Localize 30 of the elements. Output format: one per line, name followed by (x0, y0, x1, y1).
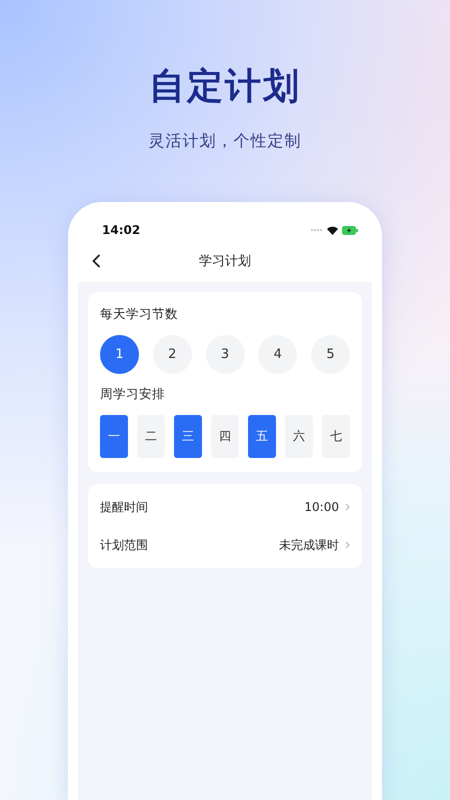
weekday-option[interactable]: 一 (100, 415, 128, 458)
settings-row[interactable]: 提醒时间 10:00 (100, 488, 350, 526)
lesson-count-option[interactable]: 4 (258, 335, 298, 374)
subtitle: 灵活计划，个性定制 (148, 131, 302, 152)
lesson-count-option[interactable]: 5 (311, 335, 350, 374)
settings-row[interactable]: 计划范围 未完成课时 (100, 526, 350, 564)
weekday-option[interactable]: 二 (137, 415, 165, 458)
lesson-count-option[interactable]: 1 (100, 335, 139, 374)
section-label: 周学习安排 (100, 386, 166, 403)
weekday-option[interactable]: 五 (248, 415, 276, 458)
battery-icon (342, 226, 358, 234)
signal-icon (311, 228, 323, 232)
weekday-option[interactable]: 七 (322, 415, 350, 458)
page-title: 学习计划 (199, 253, 251, 270)
lesson-count-option[interactable]: 2 (152, 335, 192, 374)
setting-value: 未完成课时 (279, 536, 339, 554)
weekday-option[interactable]: 四 (211, 415, 239, 458)
setting-value: 10:00 (304, 500, 339, 514)
wifi-icon (327, 226, 338, 234)
setting-label: 计划范围 (100, 536, 148, 554)
weekday-option[interactable]: 六 (285, 415, 313, 458)
setting-label: 提醒时间 (100, 498, 148, 516)
lesson-count-option[interactable]: 3 (206, 335, 244, 374)
chevron-icon (345, 541, 350, 549)
status-time: 14:02 (102, 223, 140, 237)
back-icon[interactable] (92, 254, 101, 268)
headline: 自定计划 (149, 65, 301, 109)
weekday-option[interactable]: 三 (174, 415, 202, 458)
chevron-icon (345, 503, 350, 511)
section-label: 每天学习节数 (100, 306, 179, 323)
